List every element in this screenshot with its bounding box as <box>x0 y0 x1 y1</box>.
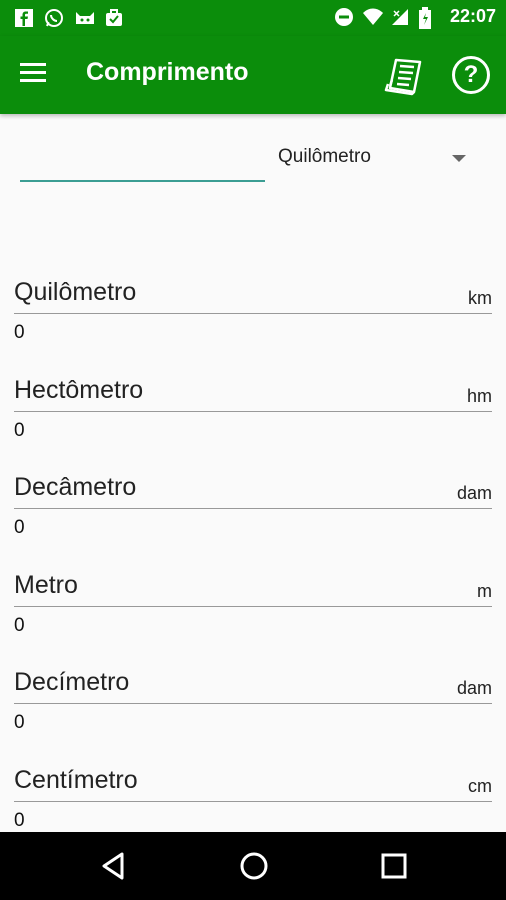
clock: 22:07 <box>449 6 496 26</box>
notebook-icon[interactable] <box>380 50 430 100</box>
unit-dropdown-label: Quilômetro <box>278 146 371 167</box>
value-input[interactable] <box>20 140 265 182</box>
divider <box>14 800 492 802</box>
result-row-decametro: Decâmetro dam 0 <box>14 473 492 571</box>
unit-name: Decímetro <box>14 668 130 696</box>
unit-name: Decâmetro <box>14 473 137 501</box>
unit-abbr: dam <box>456 678 492 698</box>
result-row-decimetro: Decímetro dam 0 <box>14 668 492 766</box>
unit-abbr: dam <box>456 483 492 503</box>
back-icon[interactable] <box>96 850 132 882</box>
result-row-hectometro: Hectômetro hm 0 <box>14 376 492 474</box>
do-not-disturb-icon <box>334 7 354 27</box>
battery-icon <box>418 6 438 29</box>
whatsapp-icon <box>44 8 64 28</box>
unit-value: 0 <box>14 712 25 733</box>
unit-abbr: m <box>477 580 492 601</box>
home-icon[interactable] <box>236 850 272 882</box>
app-bar: Comprimento ? <box>0 36 506 114</box>
signal-icon <box>390 7 410 27</box>
recents-icon[interactable] <box>376 850 412 882</box>
unit-name: Centímetro <box>14 765 138 794</box>
divider <box>14 313 492 314</box>
navigation-bar <box>0 832 506 900</box>
result-row-metro: Metro m 0 <box>14 571 492 669</box>
help-icon[interactable]: ? <box>452 56 490 94</box>
unit-name: Hectômetro <box>14 375 144 404</box>
divider <box>14 703 492 704</box>
unit-value: 0 <box>14 322 25 343</box>
divider <box>14 508 492 509</box>
unit-name: Metro <box>14 570 78 599</box>
help-glyph: ? <box>463 61 479 88</box>
result-row-quilometro: Quilômetro km 0 <box>14 278 492 376</box>
chevron-down-icon <box>452 155 466 162</box>
unit-value: 0 <box>14 809 25 831</box>
unit-dropdown[interactable]: Quilômetro <box>278 146 472 172</box>
wifi-icon <box>362 7 383 27</box>
menu-icon[interactable] <box>20 58 60 92</box>
unit-value: 0 <box>14 614 25 636</box>
status-bar: 22:07 <box>0 0 506 36</box>
results-list: Quilômetro km 0 Hectômetro hm 0 Decâmetr… <box>14 278 492 863</box>
unit-value: 0 <box>14 517 25 538</box>
cat-icon <box>74 8 94 28</box>
unit-abbr: hm <box>466 385 492 406</box>
unit-abbr: km <box>468 288 492 308</box>
divider <box>14 605 492 607</box>
value-input-container <box>20 140 265 182</box>
unit-abbr: cm <box>468 775 492 796</box>
facebook-icon <box>14 8 34 28</box>
unit-value: 0 <box>14 419 25 441</box>
page-title: Comprimento <box>86 58 249 86</box>
divider <box>14 410 492 412</box>
briefcase-check-icon <box>104 8 124 28</box>
unit-name: Quilômetro <box>14 278 137 306</box>
